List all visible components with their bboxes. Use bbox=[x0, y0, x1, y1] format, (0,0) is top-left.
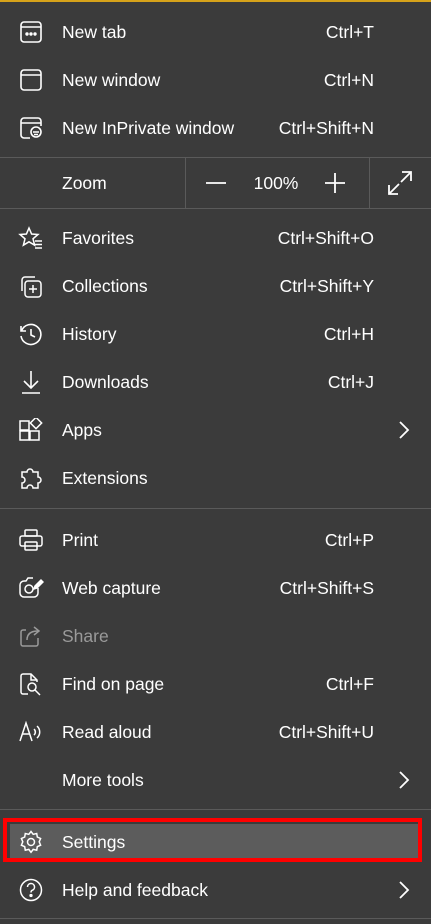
menu-item-label: Share bbox=[62, 626, 109, 646]
plus-icon bbox=[325, 173, 345, 193]
menu-item-label: Collections bbox=[62, 276, 148, 296]
menu-item-apps[interactable]: Apps bbox=[0, 406, 431, 454]
shortcut-text: Ctrl+Shift+U bbox=[278, 722, 374, 742]
menu-item-label: New InPrivate window bbox=[62, 118, 235, 138]
menu-item-label: Favorites bbox=[62, 228, 134, 248]
menu-item-label: Find on page bbox=[62, 674, 165, 694]
puzzle-piece-icon bbox=[18, 466, 44, 490]
favorites-star-icon bbox=[18, 226, 44, 250]
top-accent-line bbox=[0, 0, 431, 2]
menu-item-label: Apps bbox=[62, 420, 102, 440]
read-aloud-icon bbox=[18, 720, 44, 744]
menu-item-label: New tab bbox=[62, 22, 127, 42]
chevron-right-icon bbox=[399, 421, 410, 439]
shortcut-text: Ctrl+Shift+Y bbox=[279, 276, 374, 296]
shortcut-text: Ctrl+F bbox=[325, 674, 374, 694]
chevron-right-icon bbox=[399, 771, 410, 789]
history-clock-icon bbox=[18, 322, 44, 346]
zoom-level: 100% bbox=[253, 173, 299, 193]
menu-item-find-on-page[interactable]: Find on page Ctrl+F bbox=[0, 660, 431, 708]
menu-item-history[interactable]: History Ctrl+H bbox=[0, 310, 431, 358]
menu-item-print[interactable]: Print Ctrl+P bbox=[0, 516, 431, 564]
inprivate-window-icon bbox=[18, 116, 44, 140]
shortcut-text: Ctrl+Shift+S bbox=[279, 578, 374, 598]
menu-item-favorites[interactable]: Favorites Ctrl+Shift+O bbox=[0, 214, 431, 262]
zoom-in-button[interactable] bbox=[320, 168, 350, 198]
menu-item-new-inprivate-window[interactable]: New InPrivate window Ctrl+Shift+N bbox=[0, 104, 431, 152]
menu-item-new-window[interactable]: New window Ctrl+N bbox=[0, 56, 431, 104]
shortcut-text: Ctrl+H bbox=[323, 324, 374, 344]
menu-item-label: Help and feedback bbox=[62, 880, 208, 900]
menu-item-label: Web capture bbox=[62, 578, 161, 598]
find-on-page-icon bbox=[18, 672, 44, 696]
menu-item-label: Print bbox=[62, 530, 98, 550]
shortcut-text: Ctrl+Shift+N bbox=[278, 118, 374, 138]
printer-icon bbox=[18, 528, 44, 552]
separator bbox=[0, 508, 431, 509]
menu-item-help-and-feedback[interactable]: Help and feedback bbox=[0, 866, 431, 914]
separator bbox=[0, 918, 431, 919]
menu-item-read-aloud[interactable]: Read aloud Ctrl+Shift+U bbox=[0, 708, 431, 756]
separator bbox=[185, 158, 186, 208]
separator bbox=[0, 809, 431, 810]
menu-item-downloads[interactable]: Downloads Ctrl+J bbox=[0, 358, 431, 406]
window-icon bbox=[18, 68, 44, 92]
menu-item-new-tab[interactable]: New tab Ctrl+T bbox=[0, 8, 431, 56]
zoom-row: Zoom 100% bbox=[0, 158, 431, 208]
browser-settings-menu: New tab Ctrl+T New window Ctrl+N New InP… bbox=[0, 0, 431, 924]
new-tab-icon bbox=[18, 20, 44, 44]
shortcut-text: Ctrl+J bbox=[327, 372, 374, 392]
menu-item-extensions[interactable]: Extensions bbox=[0, 454, 431, 502]
menu-item-web-capture[interactable]: Web capture Ctrl+Shift+S bbox=[0, 564, 431, 612]
zoom-label: Zoom bbox=[62, 173, 107, 193]
settings-highlight-box bbox=[3, 818, 422, 862]
separator bbox=[0, 208, 431, 209]
menu-item-label: History bbox=[62, 324, 117, 344]
minus-icon bbox=[206, 182, 226, 184]
menu-item-label: Read aloud bbox=[62, 722, 152, 742]
separator bbox=[369, 158, 370, 208]
menu-item-share[interactable]: Share bbox=[0, 612, 431, 660]
expand-icon bbox=[388, 171, 412, 195]
collections-icon bbox=[18, 274, 44, 298]
chevron-right-icon bbox=[399, 881, 410, 899]
zoom-out-button[interactable] bbox=[201, 168, 231, 198]
help-question-icon bbox=[18, 878, 44, 902]
shortcut-text: Ctrl+P bbox=[324, 530, 374, 550]
shortcut-text: Ctrl+Shift+O bbox=[277, 228, 374, 248]
menu-item-label: More tools bbox=[62, 770, 144, 790]
download-arrow-icon bbox=[18, 370, 44, 394]
menu-item-label: Downloads bbox=[62, 372, 149, 392]
share-icon bbox=[18, 624, 44, 648]
web-capture-icon bbox=[18, 576, 44, 600]
menu-item-label: Extensions bbox=[62, 468, 148, 488]
apps-grid-icon bbox=[18, 418, 44, 442]
shortcut-text: Ctrl+N bbox=[323, 70, 374, 90]
menu-item-label: New window bbox=[62, 70, 161, 90]
menu-item-more-tools[interactable]: More tools bbox=[0, 756, 431, 804]
shortcut-text: Ctrl+T bbox=[325, 22, 374, 42]
menu-item-collections[interactable]: Collections Ctrl+Shift+Y bbox=[0, 262, 431, 310]
full-screen-button[interactable] bbox=[385, 168, 415, 198]
